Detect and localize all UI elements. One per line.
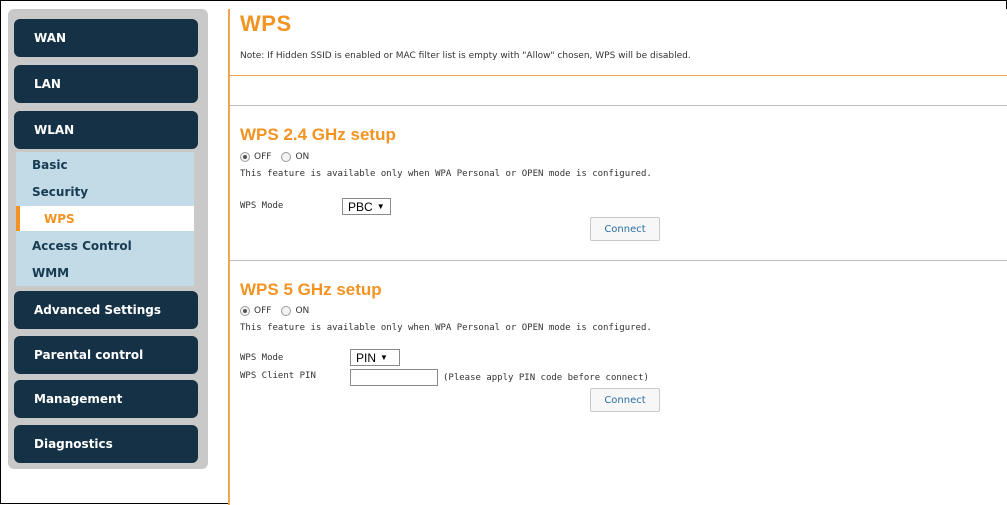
wps5-radio-group: OFF ON <box>240 306 315 316</box>
wps5-client-pin-input[interactable] <box>350 369 438 386</box>
wps5-off-radio[interactable] <box>240 306 250 316</box>
wps24-mode-select[interactable]: PBC ▼ <box>342 198 391 215</box>
subnav-label: Basic <box>32 157 68 172</box>
wps5-off-label: OFF <box>254 306 272 316</box>
wlan-submenu: Basic Security WPS Access Control WMM <box>16 152 194 286</box>
wps5-pin-note: (Please apply PIN code before connect) <box>443 373 649 383</box>
caret-down-icon: ▼ <box>376 202 385 211</box>
wps5-mode-label: WPS Mode <box>240 353 284 363</box>
subnav-wps[interactable]: WPS <box>16 206 194 231</box>
nav-label: Parental control <box>34 348 144 362</box>
nav-lan[interactable]: LAN <box>14 65 198 103</box>
wps5-on-radio[interactable] <box>281 306 292 316</box>
wps24-on-label: ON <box>295 152 310 162</box>
wps5-mode-select[interactable]: PIN ▼ <box>350 349 400 366</box>
wps5-client-pin-label: WPS Client PIN <box>240 371 316 381</box>
wps5-feature-note: This feature is available only when WPA … <box>240 323 652 333</box>
nav-label: Diagnostics <box>34 437 113 451</box>
subnav-security[interactable]: Security <box>16 179 194 204</box>
subnav-access-control[interactable]: Access Control <box>16 233 194 258</box>
subnav-label: WPS <box>44 211 75 226</box>
nav-label: LAN <box>34 77 61 91</box>
nav-parental-control[interactable]: Parental control <box>14 336 198 374</box>
wps24-connect-button[interactable]: Connect <box>590 217 660 241</box>
nav-advanced-settings[interactable]: Advanced Settings <box>14 291 198 329</box>
page-note: Note: If Hidden SSID is enabled or MAC f… <box>240 51 691 61</box>
wps5-on-label: ON <box>295 306 310 316</box>
subnav-label: Access Control <box>32 238 132 253</box>
wps24-on-radio[interactable] <box>281 152 292 162</box>
nav-wlan[interactable]: WLAN <box>14 111 198 149</box>
nav-label: Management <box>34 392 123 406</box>
divider <box>230 105 1007 106</box>
nav-label: Advanced Settings <box>34 303 162 317</box>
window-frame: WAN LAN WLAN Basic Security WPS Access C… <box>0 0 1007 505</box>
subnav-basic[interactable]: Basic <box>16 152 194 177</box>
divider <box>230 75 1007 76</box>
subnav-label: Security <box>32 184 89 199</box>
nav-wan[interactable]: WAN <box>14 19 198 57</box>
nav-management[interactable]: Management <box>14 380 198 418</box>
caret-down-icon: ▼ <box>380 353 388 362</box>
subnav-label: WMM <box>32 265 70 280</box>
wps5-connect-button[interactable]: Connect <box>590 388 660 412</box>
nav-label: WAN <box>34 31 67 45</box>
page-title: WPS <box>240 11 292 36</box>
nav-diagnostics[interactable]: Diagnostics <box>14 425 198 463</box>
wps24-off-radio[interactable] <box>240 152 250 162</box>
subnav-wmm[interactable]: WMM <box>16 260 194 285</box>
wps24-radio-group: OFF ON <box>240 152 315 162</box>
divider <box>230 260 1007 261</box>
nav-label: WLAN <box>34 123 75 137</box>
wps24-mode-label: WPS Mode <box>240 201 284 211</box>
wps5-section-title: WPS 5 GHz setup <box>240 280 382 299</box>
select-value: PIN <box>356 350 377 365</box>
wps24-section-title: WPS 2.4 GHz setup <box>240 125 396 144</box>
select-value: PBC <box>348 199 373 214</box>
sidebar: WAN LAN WLAN Basic Security WPS Access C… <box>8 9 208 469</box>
main-content: WPS Note: If Hidden SSID is enabled or M… <box>228 9 1007 505</box>
wps24-off-label: OFF <box>254 152 272 162</box>
wps24-feature-note: This feature is available only when WPA … <box>240 169 652 179</box>
